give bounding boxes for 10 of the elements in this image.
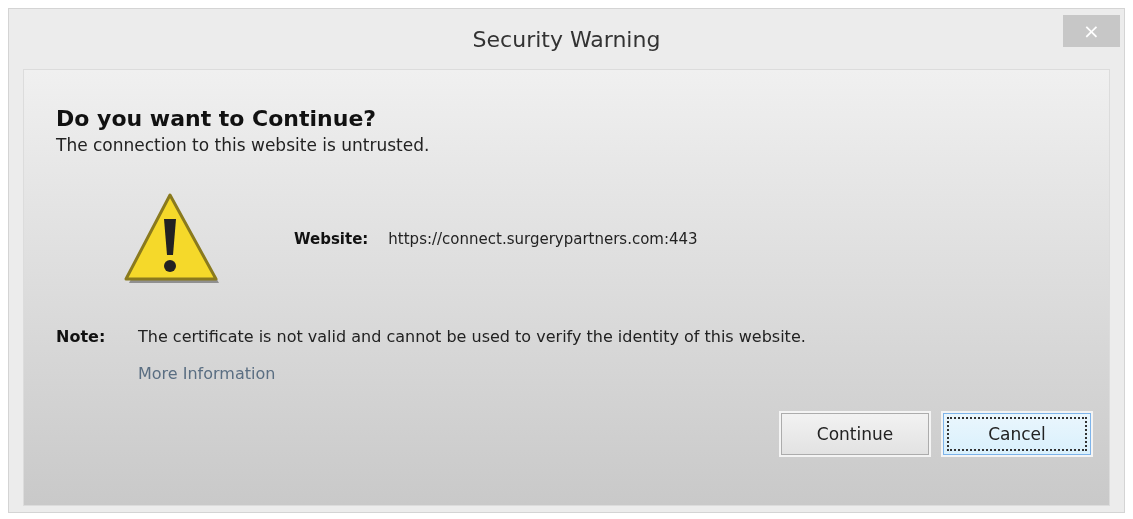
subtitle: The connection to this website is untrusted. <box>56 135 431 155</box>
website-url: https://connect.surgerypartners.com:443 <box>388 230 698 248</box>
cancel-button[interactable]: Cancel <box>943 413 1091 455</box>
website-label: Website: <box>294 230 369 248</box>
window-title: Security Warning <box>472 26 661 52</box>
note-text: The certificate is not valid and cannot be used to verify the identity of this website. <box>138 327 806 346</box>
more-information-link[interactable]: More Information <box>138 364 276 383</box>
note-label: Note: <box>56 327 107 346</box>
heading: Do you want to Continue? <box>56 106 378 131</box>
continue-button[interactable]: Continue <box>781 413 929 455</box>
